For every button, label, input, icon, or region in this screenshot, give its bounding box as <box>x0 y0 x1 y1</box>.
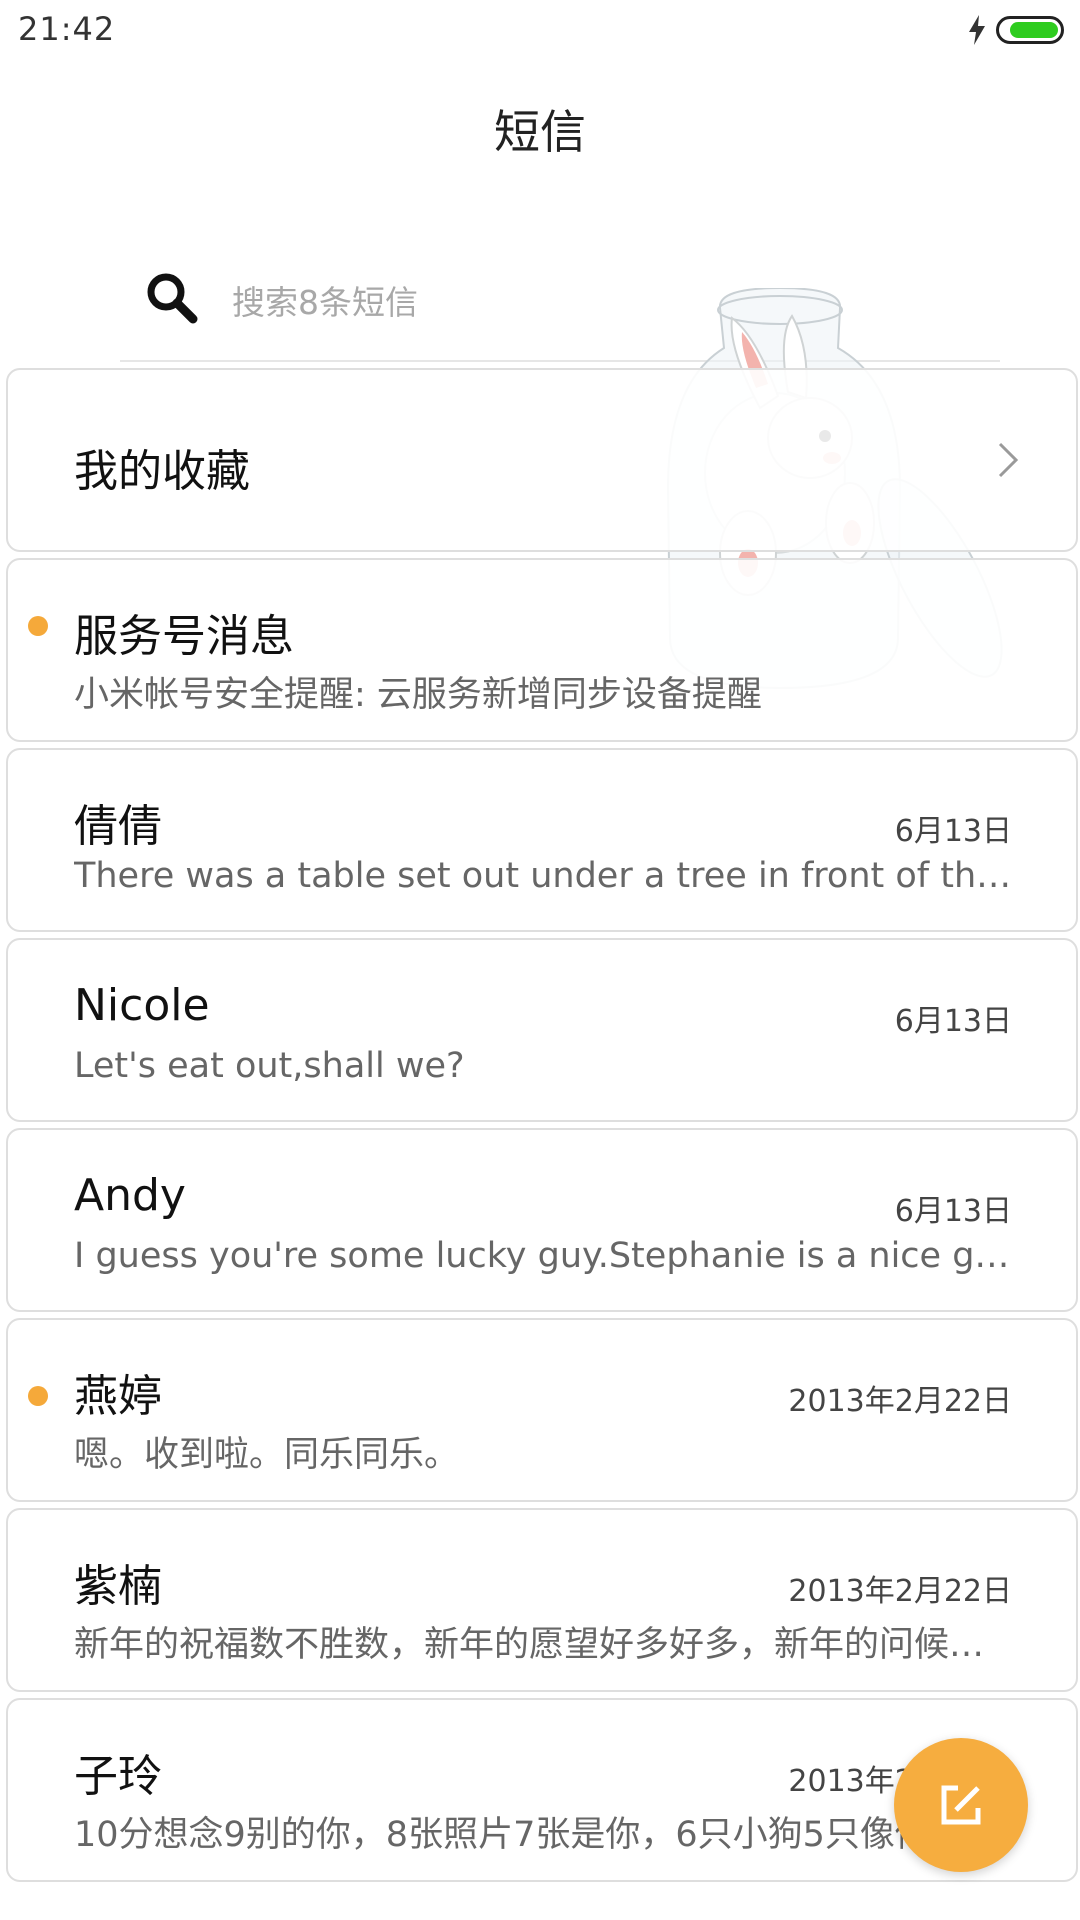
chevron-right-icon <box>998 442 1019 478</box>
conversation-item[interactable]: 燕婷 2013年2月22日 嗯。收到啦。同乐同乐。 <box>6 1318 1078 1502</box>
conversation-item[interactable]: 服务号消息 小米帐号安全提醒: 云服务新增同步设备提醒 <box>6 558 1078 742</box>
message-date: 2013年2月22日 <box>788 1384 1012 1419</box>
charging-icon <box>969 15 985 45</box>
conversation-item[interactable]: Andy 6月13日 I guess you're some lucky guy… <box>6 1128 1078 1312</box>
status-bar: 21:42 <box>0 0 1080 62</box>
compose-icon <box>941 1785 981 1825</box>
message-date: 6月13日 <box>894 1194 1012 1229</box>
conversation-item[interactable]: Nicole 6月13日 Let's eat out,shall we? <box>6 938 1078 1122</box>
conversation-item[interactable]: 倩倩 6月13日 There was a table set out under… <box>6 748 1078 932</box>
page-title: 短信 <box>494 105 586 159</box>
battery-icon <box>996 16 1064 44</box>
message-preview: There was a table set out under a tree i… <box>74 856 1014 896</box>
favorites-row[interactable]: 我的收藏 <box>6 368 1078 552</box>
message-date: 6月13日 <box>894 1004 1012 1039</box>
message-date: 6月13日 <box>894 814 1012 849</box>
message-preview: 新年的祝福数不胜数，新年的愿望好多好多，新年的问候祝你快乐 <box>74 1625 1014 1665</box>
message-preview: 10分想念9别的你，8张照片7张是你，6只小狗5只像你 <box>74 1815 930 1855</box>
unread-dot <box>28 616 48 636</box>
contact-name: Andy <box>74 1170 186 1221</box>
message-preview: Let's eat out,shall we? <box>74 1046 465 1086</box>
contact-name: 倩倩 <box>74 801 162 852</box>
unread-dot <box>28 1386 48 1406</box>
battery-level <box>1010 22 1058 38</box>
status-time: 21:42 <box>18 10 116 48</box>
favorites-label: 我的收藏 <box>74 446 250 497</box>
conversation-item[interactable]: 紫楠 2013年2月22日 新年的祝福数不胜数，新年的愿望好多好多，新年的问候祝… <box>6 1508 1078 1692</box>
search-icon <box>147 273 198 324</box>
contact-name: 燕婷 <box>74 1371 162 1422</box>
message-date: 2013年2月22日 <box>788 1574 1012 1609</box>
contact-name: Nicole <box>74 980 210 1031</box>
message-preview: 嗯。收到啦。同乐同乐。 <box>74 1435 460 1475</box>
contact-name: 子玲 <box>74 1751 162 1802</box>
contact-name: 服务号消息 <box>74 611 294 662</box>
message-preview: I guess you're some lucky guy.Stephanie … <box>74 1236 1014 1276</box>
message-preview: 小米帐号安全提醒: 云服务新增同步设备提醒 <box>74 675 762 715</box>
compose-button[interactable] <box>894 1738 1028 1872</box>
contact-name: 紫楠 <box>74 1561 162 1612</box>
